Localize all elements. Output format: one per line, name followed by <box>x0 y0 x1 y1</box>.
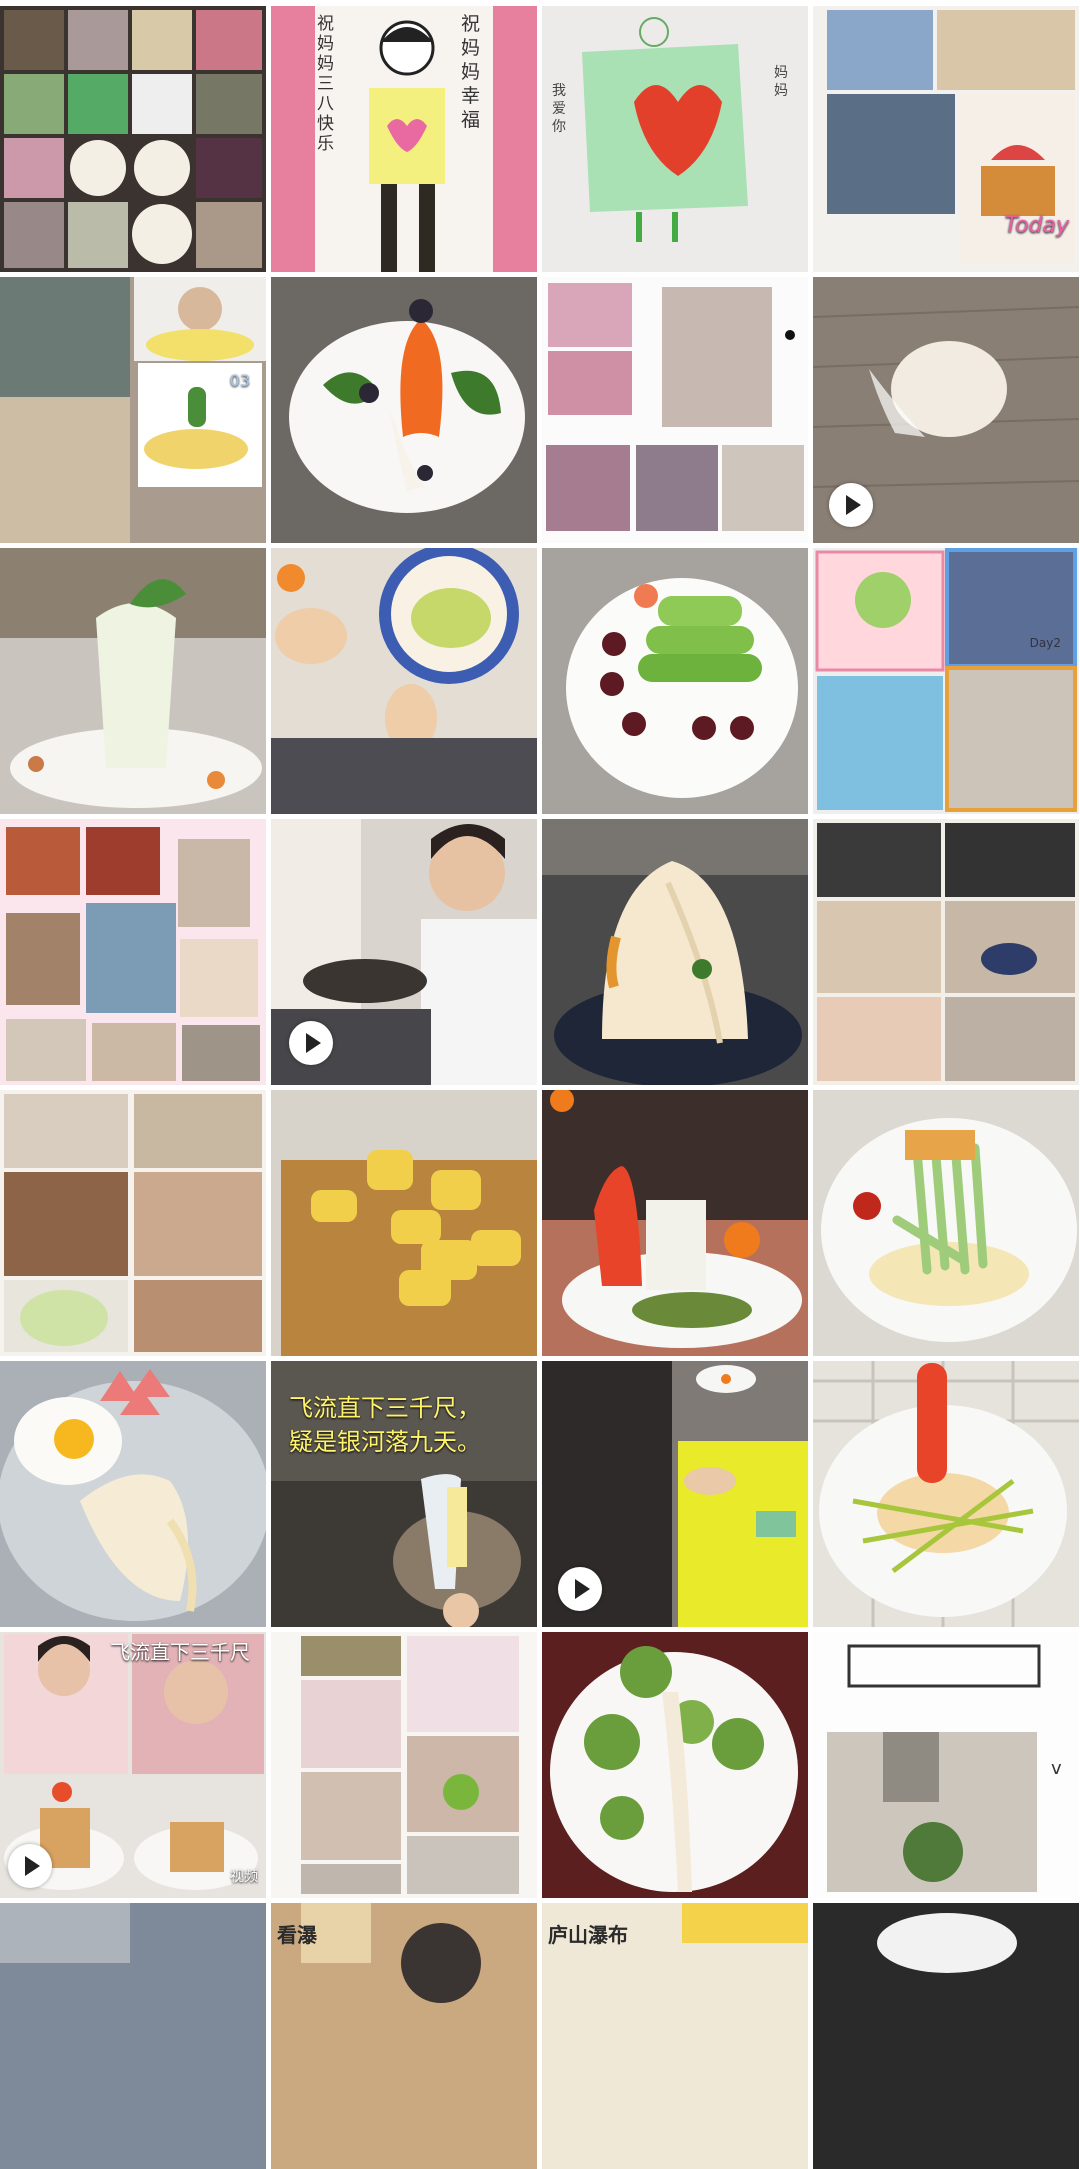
egg-noodles-thumbnail <box>0 1361 266 1627</box>
collage-cooking-thumbnail <box>813 819 1079 1085</box>
cucumber-egg-thumbnail <box>813 1090 1079 1356</box>
boy-kitchen-badge: 03 <box>229 371 250 390</box>
hands-salad-thumbnail <box>271 548 537 814</box>
photo-tile[interactable] <box>813 1903 1079 2169</box>
photo-tile[interactable]: 03 <box>0 277 266 543</box>
photo-tile[interactable] <box>0 819 266 1085</box>
poem-top-partial: 飞流直下三千尺 <box>110 1640 250 1664</box>
photo-tile[interactable] <box>271 819 537 1085</box>
photo-tile[interactable] <box>542 548 808 814</box>
photo-tile[interactable] <box>813 277 1079 543</box>
photo-tile[interactable] <box>542 819 808 1085</box>
cucumber-tower-thumbnail <box>542 548 808 814</box>
photo-tile[interactable]: v <box>813 1632 1079 1898</box>
photo-tile[interactable] <box>0 1090 266 1356</box>
boy-kitchen-thumbnail <box>0 277 266 543</box>
heart-left-text: 我爱你 <box>552 83 566 135</box>
collage-thumbnail <box>0 6 266 272</box>
photo-tile[interactable]: 飞流直下三千尺 视频 <box>0 1632 266 1898</box>
photo-tile[interactable] <box>271 277 537 543</box>
photo-tile[interactable]: 看瀑 <box>271 1903 537 2169</box>
photo-tile[interactable] <box>813 819 1079 1085</box>
photo-tile[interactable] <box>542 1632 808 1898</box>
video-label: 视频 <box>230 1869 258 1885</box>
poem-line-2: 疑是银河落九天。 <box>289 1428 481 1456</box>
photo-tile[interactable] <box>271 1632 537 1898</box>
play-button[interactable] <box>8 1844 52 1888</box>
partial-sign-1: 看瀑 <box>277 1923 317 1947</box>
noodle-mountain-thumbnail <box>542 819 808 1085</box>
photo-tile[interactable] <box>271 1090 537 1356</box>
photo-tile[interactable] <box>0 1903 266 2169</box>
collage-today-label: Today <box>1004 213 1069 238</box>
broccoli-tree-thumbnail <box>542 1632 808 1898</box>
photo-tile[interactable] <box>542 1090 808 1356</box>
photo-tile[interactable]: 祝妈妈三八快乐 祝妈妈幸福 <box>271 6 537 272</box>
photo-tile[interactable] <box>813 1090 1079 1356</box>
photo-tile[interactable]: Today <box>813 6 1079 272</box>
photo-tile[interactable]: 我爱你 妈妈 <box>542 6 808 272</box>
photo-tile[interactable] <box>0 548 266 814</box>
drawing-right-text: 祝妈妈幸福 <box>461 13 481 131</box>
partial-thumbnail <box>0 1903 266 2169</box>
collage-pink-thumbnail <box>0 819 266 1085</box>
poem-line-1: 飞流直下三千尺， <box>289 1394 481 1422</box>
carrot-pagoda-thumbnail <box>542 1090 808 1356</box>
heart-card-thumbnail <box>542 6 808 272</box>
photo-tile[interactable] <box>0 1361 266 1627</box>
cabbage-tree-thumbnail <box>0 548 266 814</box>
photo-tile[interactable]: 庐山瀑布 <box>542 1903 808 2169</box>
collage-girl-white-thumbnail <box>0 1090 266 1356</box>
drawing-left-text: 祝妈妈三八快乐 <box>317 14 334 154</box>
play-button[interactable] <box>558 1567 602 1611</box>
play-button[interactable] <box>289 1021 333 1065</box>
photo-grid: 祝妈妈三八快乐 祝妈妈幸福 我爱你 妈妈 Today 03 Day2 飞流直下三… <box>0 0 1080 2169</box>
heart-right-text: 妈妈 <box>774 65 788 99</box>
photo-tile[interactable] <box>542 1361 808 1627</box>
partial-sign-2: 庐山瀑布 <box>548 1923 628 1947</box>
collage-girl-thumbnail <box>542 277 808 543</box>
collage-day2-thumbnail <box>813 548 1079 814</box>
sausage-nest-thumbnail <box>813 1361 1079 1627</box>
play-button[interactable] <box>829 483 873 527</box>
photo-tile[interactable]: 飞流直下三千尺， 疑是银河落九天。 <box>271 1361 537 1627</box>
corn-board-thumbnail <box>271 1090 537 1356</box>
carrot-rocket-thumbnail <box>271 277 537 543</box>
photo-tile[interactable]: Day2 <box>813 548 1079 814</box>
photo-tile[interactable] <box>542 277 808 543</box>
partial-thumbnail <box>813 1903 1079 2169</box>
photo-tile[interactable] <box>271 548 537 814</box>
drawing-thumbnail <box>271 6 537 272</box>
svg-text:v: v <box>1051 1758 1062 1779</box>
photo-tile[interactable] <box>813 1361 1079 1627</box>
collage-girl-pink-thumbnail <box>271 1632 537 1898</box>
photo-tile[interactable] <box>0 6 266 272</box>
kitchen-pot-thumbnail: v <box>813 1632 1079 1898</box>
day2-label: Day2 <box>1029 636 1061 650</box>
poem-overlay: 飞流直下三千尺， 疑是银河落九天。 <box>289 1391 519 1459</box>
